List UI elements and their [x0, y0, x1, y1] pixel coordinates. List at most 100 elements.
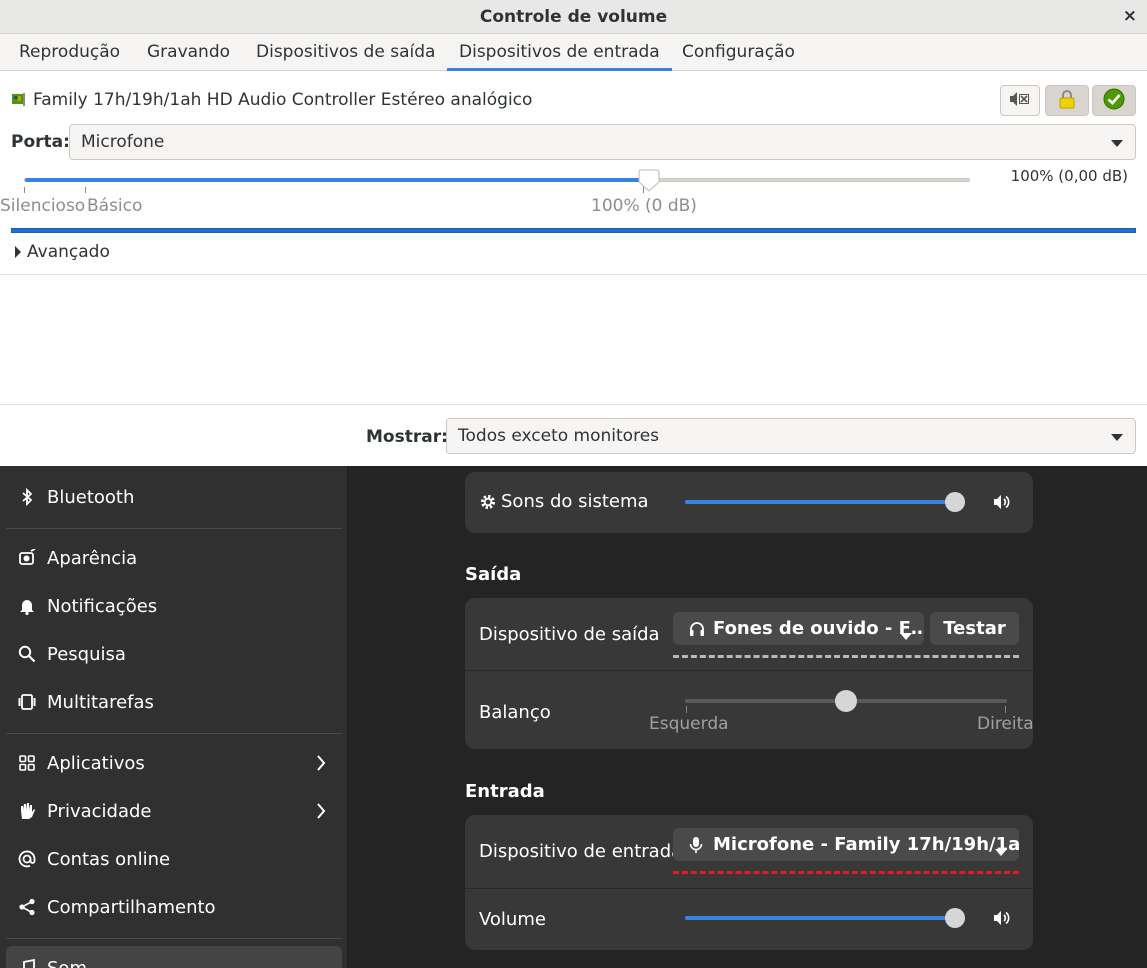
chevron-down-icon	[995, 841, 1007, 861]
device-separator	[0, 274, 1147, 275]
advanced-expander[interactable]: Avançado	[15, 240, 110, 264]
lock-icon	[1058, 89, 1076, 113]
level-meter	[11, 228, 1136, 233]
set-default-button[interactable]	[1092, 85, 1136, 116]
scale-mark	[643, 187, 644, 193]
input-card: Dispositivo de entrada Microfone - Famil…	[465, 815, 1033, 950]
volume-slider[interactable]	[24, 169, 970, 192]
tab-playback[interactable]: Reprodução	[7, 34, 132, 71]
sidebar-divider	[6, 528, 342, 529]
slider-fill	[685, 916, 965, 920]
music-note-icon	[18, 959, 36, 968]
mute-button[interactable]	[1000, 85, 1040, 116]
sound-panel: Sons do sistema Saída Dispositivo de saí…	[349, 466, 1147, 968]
system-sounds-slider[interactable]	[685, 492, 965, 512]
system-sounds-label: Sons do sistema	[501, 491, 649, 512]
input-device-label: Dispositivo de entrada	[479, 841, 683, 862]
scale-label-base: Básico	[87, 196, 143, 216]
port-label: Porta:	[11, 132, 70, 152]
output-device-dropdown[interactable]: Fones de ouvido - F…	[673, 612, 924, 645]
output-device-value: Fones de ouvido - F…	[713, 618, 924, 639]
sidebar-item-sharing[interactable]: Compartilhamento	[6, 885, 342, 929]
input-device-row: Dispositivo de entrada Microfone - Famil…	[465, 815, 1033, 888]
search-icon	[18, 645, 36, 663]
balance-label: Balanço	[479, 702, 551, 723]
slider-handle[interactable]	[945, 908, 965, 928]
sidebar-item-multitasking[interactable]: Multitarefas	[6, 680, 342, 724]
scale-label-hundred: 100% (0 dB)	[591, 196, 697, 216]
input-section-title: Entrada	[465, 781, 545, 802]
sidebar-item-label: Privacidade	[47, 800, 152, 822]
sidebar-item-label: Multitarefas	[47, 691, 154, 713]
system-sounds-card: Sons do sistema	[465, 472, 1033, 533]
headphones-icon	[689, 621, 705, 637]
input-device-dropdown[interactable]: Microfone - Family 17h/19h/1a…	[673, 828, 1019, 861]
gear-icon	[479, 493, 497, 515]
share-icon	[18, 898, 36, 916]
balance-right-label: Direita	[977, 714, 1034, 734]
sidebar-item-online-accounts[interactable]: Contas online	[6, 837, 342, 881]
sidebar-item-label: Aplicativos	[47, 752, 145, 774]
sidebar-item-label: Som	[47, 957, 87, 968]
title-bar[interactable]: Controle de volume ×	[0, 0, 1147, 34]
sidebar-item-bluetooth[interactable]: Bluetooth	[6, 475, 342, 519]
input-volume-label: Volume	[479, 909, 546, 930]
multitasking-icon	[18, 693, 36, 711]
chevron-down-icon	[1111, 140, 1123, 147]
checkmark-icon	[1103, 88, 1125, 114]
sidebar-item-label: Pesquisa	[47, 643, 126, 665]
balance-left-label: Esquerda	[649, 714, 729, 734]
sidebar-item-label: Aparência	[47, 547, 138, 569]
settings-sidebar: Bluetooth Aparência Notificações Pesquis…	[0, 466, 348, 968]
tab-output-devices[interactable]: Dispositivos de saída	[244, 34, 447, 71]
balance-tick	[1005, 706, 1006, 713]
slider-handle[interactable]	[638, 169, 660, 192]
volume-control-window: Controle de volume × Reprodução Gravando…	[0, 0, 1147, 466]
port-combo[interactable]: Microfone	[69, 124, 1136, 160]
input-device-indicator	[673, 871, 1019, 874]
input-volume-slider[interactable]	[685, 908, 965, 928]
at-icon	[18, 850, 36, 868]
balance-slider[interactable]	[685, 690, 1007, 712]
output-card: Dispositivo de saída Fones de ouvido - F…	[465, 598, 1034, 749]
sidebar-item-sound[interactable]: Som	[6, 946, 342, 968]
port-value: Microfone	[81, 132, 165, 152]
show-filter-combo[interactable]: Todos exceto monitores	[446, 418, 1136, 454]
chevron-down-icon	[1111, 434, 1123, 441]
speaker-icon[interactable]	[993, 909, 1011, 931]
show-value: Todos exceto monitores	[458, 426, 660, 446]
scale-mark	[24, 187, 25, 193]
speaker-muted-icon	[1009, 90, 1031, 112]
slider-handle[interactable]	[945, 492, 965, 512]
test-button[interactable]: Testar	[930, 612, 1019, 645]
speaker-icon[interactable]	[993, 493, 1011, 515]
scale-label-silent: Silencioso	[0, 196, 86, 216]
sidebar-item-apps[interactable]: Aplicativos	[6, 741, 342, 785]
advanced-label: Avançado	[27, 242, 110, 262]
sidebar-item-search[interactable]: Pesquisa	[6, 632, 342, 676]
audio-card-icon	[11, 92, 26, 111]
window-title: Controle de volume	[479, 6, 668, 27]
slider-fill	[25, 178, 649, 182]
slider-handle[interactable]	[835, 690, 857, 712]
tab-configuration[interactable]: Configuração	[670, 34, 807, 71]
hand-icon	[18, 802, 36, 820]
chevron-right-icon	[316, 754, 326, 777]
microphone-icon	[689, 836, 703, 854]
tab-recording[interactable]: Gravando	[135, 34, 242, 71]
output-device-indicator	[673, 655, 1019, 658]
expander-arrow-icon	[15, 246, 21, 258]
sidebar-item-appearance[interactable]: Aparência	[6, 536, 342, 580]
output-device-label: Dispositivo de saída	[479, 624, 660, 645]
appearance-icon	[18, 549, 36, 567]
sidebar-item-privacy[interactable]: Privacidade	[6, 789, 342, 833]
bell-icon	[18, 597, 36, 615]
close-button[interactable]: ×	[1123, 6, 1137, 26]
chevron-down-icon	[900, 625, 912, 645]
tab-input-devices[interactable]: Dispositivos de entrada	[447, 34, 672, 71]
sidebar-item-notifications[interactable]: Notificações	[6, 584, 342, 628]
lock-channels-button[interactable]	[1045, 85, 1089, 116]
sidebar-item-label: Notificações	[47, 595, 158, 617]
apps-icon	[18, 754, 36, 772]
bottom-bar: Mostrar: Todos exceto monitores	[0, 404, 1147, 466]
